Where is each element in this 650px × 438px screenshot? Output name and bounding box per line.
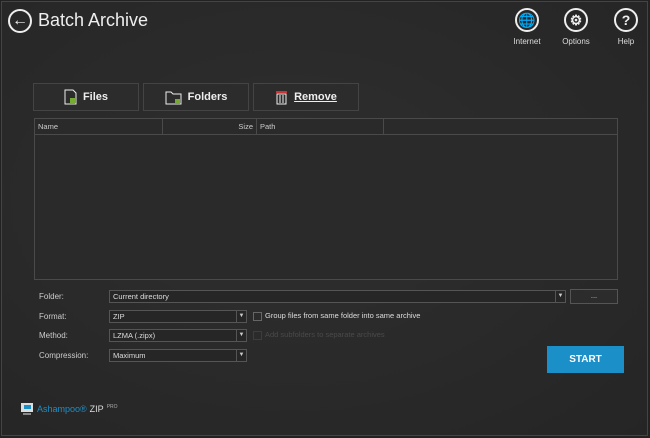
- compression-select[interactable]: Maximum ▼: [109, 349, 247, 362]
- format-select[interactable]: ZIP ▼: [109, 310, 247, 323]
- brand-product: ZIP: [89, 404, 104, 414]
- group-files-checkbox[interactable]: [253, 312, 262, 321]
- brand-logo: Ashampoo® ZIP PRO: [20, 402, 118, 416]
- method-label: Method:: [39, 331, 68, 340]
- internet-button[interactable]: 🌐 Internet: [512, 8, 542, 46]
- trash-icon: [276, 91, 288, 105]
- brand-edition: PRO: [106, 403, 118, 410]
- internet-label: Internet: [513, 37, 541, 46]
- folder-combo[interactable]: Current directory ▼: [109, 290, 566, 303]
- gear-icon: ⚙: [564, 8, 588, 32]
- file-list-table[interactable]: Name Size Path: [34, 118, 618, 280]
- arrow-left-icon: ←: [12, 12, 28, 29]
- column-path[interactable]: Path: [257, 119, 384, 135]
- folder-value: Current directory: [113, 292, 169, 301]
- remove-button[interactable]: Remove: [253, 83, 359, 111]
- help-button[interactable]: ? Help: [611, 8, 641, 46]
- compression-label: Compression:: [39, 351, 89, 360]
- browse-button[interactable]: ...: [570, 289, 618, 304]
- chevron-down-icon: ▼: [236, 330, 246, 341]
- help-label: Help: [617, 37, 635, 46]
- subfolders-label: Add subfolders to separate archives: [265, 330, 385, 339]
- add-folders-button[interactable]: Folders: [143, 83, 249, 111]
- start-button[interactable]: START: [547, 346, 624, 373]
- back-button[interactable]: ←: [8, 9, 32, 33]
- method-select[interactable]: LZMA (.zipx) ▼: [109, 329, 247, 342]
- folder-add-icon: [165, 91, 182, 104]
- chevron-down-icon: ▼: [236, 311, 246, 322]
- column-extra: [384, 119, 617, 135]
- chevron-down-icon: ▼: [555, 291, 565, 302]
- folder-label: Folder:: [39, 292, 64, 301]
- format-value: ZIP: [113, 312, 125, 321]
- file-add-icon: [64, 89, 77, 105]
- ashampoo-logo-icon: [21, 403, 33, 415]
- add-files-button[interactable]: Files: [33, 83, 139, 111]
- options-button[interactable]: ⚙ Options: [561, 8, 591, 46]
- batch-archive-window: ← Batch Archive 🌐 Internet ⚙ Options ? H…: [1, 1, 648, 436]
- method-value: LZMA (.zipx): [113, 331, 156, 340]
- help-icon: ?: [614, 8, 638, 32]
- page-title: Batch Archive: [38, 10, 149, 30]
- group-files-label[interactable]: Group files from same folder into same a…: [265, 311, 420, 320]
- format-label: Format:: [39, 312, 67, 321]
- options-label: Options: [562, 37, 590, 46]
- remove-label: Remove: [294, 91, 337, 103]
- chevron-down-icon: ▼: [236, 350, 246, 361]
- subfolders-checkbox[interactable]: [253, 331, 262, 340]
- brand-name: Ashampoo®: [37, 404, 87, 414]
- folders-label: Folders: [187, 91, 228, 103]
- column-size[interactable]: Size: [163, 119, 257, 135]
- files-label: Files: [82, 91, 109, 103]
- globe-icon: 🌐: [515, 8, 539, 32]
- compression-value: Maximum: [113, 351, 146, 360]
- column-name[interactable]: Name: [35, 119, 163, 135]
